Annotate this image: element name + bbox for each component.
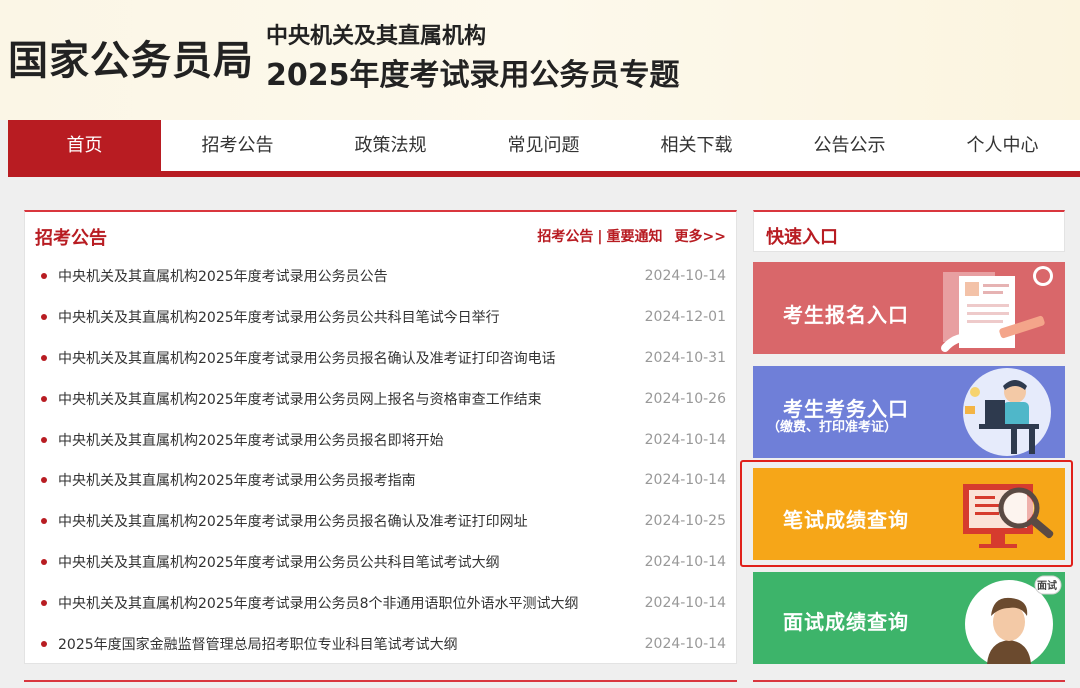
- bullet-icon: [41, 477, 47, 484]
- exam-affairs-entry-sublabel: （缴费、打印准考证）: [767, 420, 898, 435]
- news-date: 2024-10-14: [644, 553, 726, 570]
- link-separator: |: [597, 229, 603, 245]
- list-item[interactable]: 中央机关及其直属机构2025年度考试录用公务员报名即将开始 2024-10-14: [25, 419, 736, 460]
- news-date: 2024-10-14: [644, 472, 726, 489]
- exam-affairs-entry-button[interactable]: 考生考务入口 （缴费、打印准考证）: [753, 366, 1065, 458]
- interview-score-query-label: 面试成绩查询: [783, 610, 909, 634]
- nav-item-personal-center[interactable]: 个人中心: [926, 120, 1079, 171]
- topic-subtitle: 中央机关及其直属机构: [266, 24, 487, 49]
- bullet-icon: [41, 640, 47, 647]
- student-at-desk-icon: [963, 368, 1051, 456]
- registration-form-icon: [941, 266, 1053, 352]
- news-title[interactable]: 中央机关及其直属机构2025年度考试录用公务员8个非通用语职位外语水平测试大纲: [58, 593, 645, 613]
- nav-item-announcements[interactable]: 招考公告: [161, 120, 314, 171]
- nav-item-policies[interactable]: 政策法规: [314, 120, 467, 171]
- news-title[interactable]: 中央机关及其直属机构2025年度考试录用公务员网上报名与资格审查工作结束: [58, 389, 645, 409]
- news-date: 2024-10-25: [644, 513, 726, 530]
- news-date: 2024-10-14: [644, 594, 726, 611]
- announcements-links: 招考公告 | 重要通知 更多>>: [537, 226, 726, 246]
- registration-entry-label: 考生报名入口: [783, 303, 909, 327]
- list-item[interactable]: 中央机关及其直属机构2025年度考试录用公务员网上报名与资格审查工作结束 2024…: [25, 378, 736, 419]
- nav-item-faq[interactable]: 常见问题: [467, 120, 620, 171]
- link-announcements[interactable]: 招考公告: [537, 229, 593, 245]
- monitor-magnifier-icon: [963, 484, 1054, 548]
- interview-score-query-button[interactable]: 面试成绩查询 面试: [753, 572, 1065, 664]
- news-date: 2024-10-14: [644, 431, 726, 448]
- news-date: 2024-10-31: [644, 349, 726, 366]
- written-score-query-label: 笔试成绩查询: [783, 508, 909, 532]
- news-title[interactable]: 中央机关及其直属机构2025年度考试录用公务员报名确认及准考证打印咨询电话: [58, 348, 645, 368]
- site-header: 国家公务员局 中央机关及其直属机构 2025年度考试录用公务员专题: [0, 0, 1080, 120]
- bullet-icon: [41, 436, 47, 443]
- bullet-icon: [41, 558, 47, 565]
- more-link[interactable]: 更多>>: [675, 229, 726, 245]
- news-date: 2024-10-14: [644, 635, 726, 652]
- list-item[interactable]: 中央机关及其直属机构2025年度考试录用公务员公共科目笔试今日举行 2024-12…: [25, 297, 736, 338]
- list-item[interactable]: 中央机关及其直属机构2025年度考试录用公务员公共科目笔试考试大纲 2024-10…: [25, 542, 736, 583]
- news-title[interactable]: 中央机关及其直属机构2025年度考试录用公务员报名即将开始: [58, 430, 645, 450]
- news-title[interactable]: 中央机关及其直属机构2025年度考试录用公务员报考指南: [58, 470, 645, 490]
- registration-entry-button[interactable]: 考生报名入口: [753, 262, 1065, 354]
- bullet-icon: [41, 395, 47, 402]
- written-score-query-button[interactable]: 笔试成绩查询: [753, 468, 1065, 560]
- announcement-list: 中央机关及其直属机构2025年度考试录用公务员公告 2024-10-14 中央机关…: [25, 256, 736, 664]
- announcements-title: 招考公告: [35, 228, 107, 249]
- quick-entry-panel: 快速入口: [753, 210, 1065, 252]
- bullet-icon: [41, 518, 47, 525]
- news-title[interactable]: 中央机关及其直属机构2025年度考试录用公务员公告: [58, 266, 645, 286]
- main-nav: 首页 招考公告 政策法规 常见问题 相关下载 公告公示 个人中心: [8, 120, 1080, 177]
- interview-badge: 面试: [1037, 581, 1057, 592]
- nav-item-home[interactable]: 首页: [8, 120, 161, 171]
- news-title[interactable]: 2025年度国家金融监督管理总局招考职位专业科目笔试考试大纲: [58, 634, 645, 654]
- list-item[interactable]: 中央机关及其直属机构2025年度考试录用公务员报考指南 2024-10-14: [25, 460, 736, 501]
- topic-title: 2025年度考试录用公务员专题: [266, 58, 680, 93]
- link-important-notices[interactable]: 重要通知: [607, 229, 663, 245]
- list-item[interactable]: 中央机关及其直属机构2025年度考试录用公务员公告 2024-10-14: [25, 256, 736, 297]
- news-date: 2024-12-01: [644, 309, 726, 326]
- announcements-panel: 招考公告 招考公告 | 重要通知 更多>> 中央机关及其直属机构2025年度考试录用公…: [24, 210, 737, 664]
- nav-item-downloads[interactable]: 相关下载: [620, 120, 773, 171]
- bullet-icon: [41, 273, 47, 280]
- bullet-icon: [41, 599, 47, 606]
- divider: [753, 680, 1065, 682]
- list-item[interactable]: 中央机关及其直属机构2025年度考试录用公务员报名确认及准考证打印咨询电话 202…: [25, 338, 736, 379]
- bullet-icon: [41, 314, 47, 321]
- list-item[interactable]: 中央机关及其直属机构2025年度考试录用公务员8个非通用语职位外语水平测试大纲 2…: [25, 582, 736, 623]
- news-title[interactable]: 中央机关及其直属机构2025年度考试录用公务员报名确认及准考证打印网址: [58, 511, 645, 531]
- news-date: 2024-10-26: [644, 390, 726, 407]
- news-date: 2024-10-14: [644, 268, 726, 285]
- list-item[interactable]: 2025年度国家金融监督管理总局招考职位专业科目笔试考试大纲 2024-10-14: [25, 623, 736, 664]
- bullet-icon: [41, 354, 47, 361]
- divider: [24, 680, 737, 682]
- news-title[interactable]: 中央机关及其直属机构2025年度考试录用公务员公共科目笔试考试大纲: [58, 552, 645, 572]
- list-item[interactable]: 中央机关及其直属机构2025年度考试录用公务员报名确认及准考证打印网址 2024-…: [25, 501, 736, 542]
- quick-entry-title: 快速入口: [766, 227, 838, 248]
- news-title[interactable]: 中央机关及其直属机构2025年度考试录用公务员公共科目笔试今日举行: [58, 307, 645, 327]
- org-name[interactable]: 国家公务员局: [8, 28, 254, 86]
- nav-item-notices[interactable]: 公告公示: [773, 120, 926, 171]
